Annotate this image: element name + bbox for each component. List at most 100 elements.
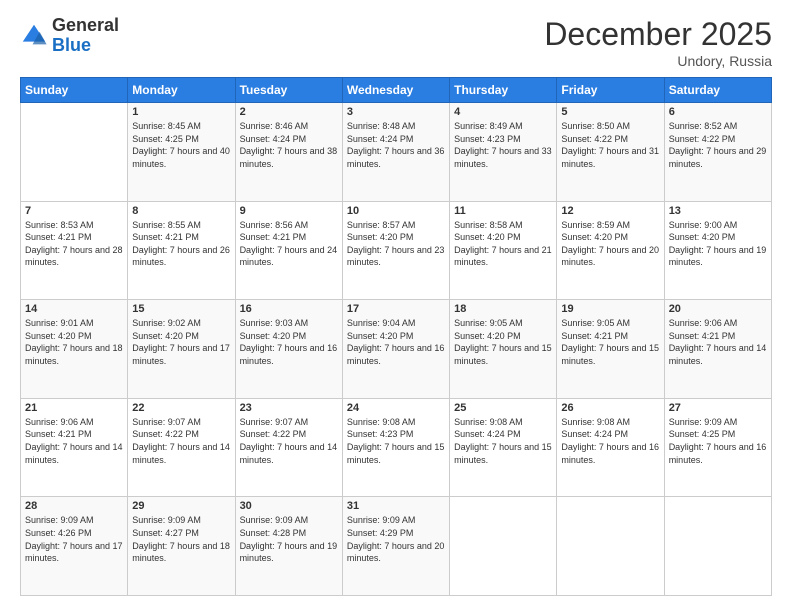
cell-info: Sunrise: 9:00 AMSunset: 4:20 PMDaylight:… bbox=[669, 219, 767, 269]
day-number: 22 bbox=[132, 402, 230, 414]
cell-info: Sunrise: 9:09 AMSunset: 4:27 PMDaylight:… bbox=[132, 514, 230, 564]
cell-info: Sunrise: 9:09 AMSunset: 4:29 PMDaylight:… bbox=[347, 514, 445, 564]
calendar-cell: 12 Sunrise: 8:59 AMSunset: 4:20 PMDayligh… bbox=[557, 201, 664, 300]
day-number: 19 bbox=[561, 303, 659, 315]
cell-info: Sunrise: 9:06 AMSunset: 4:21 PMDaylight:… bbox=[669, 317, 767, 367]
calendar-cell: 26 Sunrise: 9:08 AMSunset: 4:24 PMDayligh… bbox=[557, 398, 664, 497]
day-number: 26 bbox=[561, 402, 659, 414]
logo: General Blue bbox=[20, 16, 119, 56]
cell-info: Sunrise: 8:52 AMSunset: 4:22 PMDaylight:… bbox=[669, 120, 767, 170]
cell-info: Sunrise: 9:09 AMSunset: 4:25 PMDaylight:… bbox=[669, 416, 767, 466]
cell-info: Sunrise: 8:55 AMSunset: 4:21 PMDaylight:… bbox=[132, 219, 230, 269]
cell-info: Sunrise: 8:59 AMSunset: 4:20 PMDaylight:… bbox=[561, 219, 659, 269]
day-number: 16 bbox=[240, 303, 338, 315]
col-header-sunday: Sunday bbox=[21, 78, 128, 103]
day-number: 11 bbox=[454, 205, 552, 217]
calendar-cell: 20 Sunrise: 9:06 AMSunset: 4:21 PMDayligh… bbox=[664, 300, 771, 399]
col-header-tuesday: Tuesday bbox=[235, 78, 342, 103]
calendar-cell: 24 Sunrise: 9:08 AMSunset: 4:23 PMDayligh… bbox=[342, 398, 449, 497]
calendar-cell: 30Sunrise: 9:09 AMSunset: 4:28 PMDayligh… bbox=[235, 497, 342, 596]
calendar-cell: 6 Sunrise: 8:52 AMSunset: 4:22 PMDaylight… bbox=[664, 103, 771, 202]
day-number: 6 bbox=[669, 106, 767, 118]
cell-info: Sunrise: 9:09 AMSunset: 4:28 PMDaylight:… bbox=[240, 514, 338, 564]
location: Undory, Russia bbox=[544, 53, 772, 69]
week-row-1: 7 Sunrise: 8:53 AMSunset: 4:21 PMDaylight… bbox=[21, 201, 772, 300]
week-row-0: 1 Sunrise: 8:45 AMSunset: 4:25 PMDaylight… bbox=[21, 103, 772, 202]
cell-info: Sunrise: 8:46 AMSunset: 4:24 PMDaylight:… bbox=[240, 120, 338, 170]
day-number: 24 bbox=[347, 402, 445, 414]
header: General Blue December 2025 Undory, Russi… bbox=[20, 16, 772, 69]
cell-info: Sunrise: 8:58 AMSunset: 4:20 PMDaylight:… bbox=[454, 219, 552, 269]
day-number: 27 bbox=[669, 402, 767, 414]
logo-text: General Blue bbox=[52, 16, 119, 56]
calendar-cell: 16 Sunrise: 9:03 AMSunset: 4:20 PMDayligh… bbox=[235, 300, 342, 399]
day-number: 21 bbox=[25, 402, 123, 414]
day-number: 7 bbox=[25, 205, 123, 217]
calendar-cell bbox=[664, 497, 771, 596]
calendar-cell: 2 Sunrise: 8:46 AMSunset: 4:24 PMDaylight… bbox=[235, 103, 342, 202]
month-title: December 2025 bbox=[544, 16, 772, 53]
calendar-cell: 14Sunrise: 9:01 AMSunset: 4:20 PMDayligh… bbox=[21, 300, 128, 399]
calendar-cell: 15 Sunrise: 9:02 AMSunset: 4:20 PMDayligh… bbox=[128, 300, 235, 399]
page: General Blue December 2025 Undory, Russi… bbox=[0, 0, 792, 612]
calendar-cell bbox=[21, 103, 128, 202]
calendar-header-row: SundayMondayTuesdayWednesdayThursdayFrid… bbox=[21, 78, 772, 103]
cell-info: Sunrise: 9:08 AMSunset: 4:24 PMDaylight:… bbox=[561, 416, 659, 466]
calendar-cell: 11 Sunrise: 8:58 AMSunset: 4:20 PMDayligh… bbox=[450, 201, 557, 300]
day-number: 20 bbox=[669, 303, 767, 315]
col-header-wednesday: Wednesday bbox=[342, 78, 449, 103]
day-number: 2 bbox=[240, 106, 338, 118]
calendar-cell: 31 Sunrise: 9:09 AMSunset: 4:29 PMDayligh… bbox=[342, 497, 449, 596]
cell-info: Sunrise: 9:03 AMSunset: 4:20 PMDaylight:… bbox=[240, 317, 338, 367]
calendar-cell: 3Sunrise: 8:48 AMSunset: 4:24 PMDaylight… bbox=[342, 103, 449, 202]
calendar-cell: 17Sunrise: 9:04 AMSunset: 4:20 PMDayligh… bbox=[342, 300, 449, 399]
cell-info: Sunrise: 9:09 AMSunset: 4:26 PMDaylight:… bbox=[25, 514, 123, 564]
cell-info: Sunrise: 8:53 AMSunset: 4:21 PMDaylight:… bbox=[25, 219, 123, 269]
cell-info: Sunrise: 8:56 AMSunset: 4:21 PMDaylight:… bbox=[240, 219, 338, 269]
day-number: 29 bbox=[132, 500, 230, 512]
day-number: 15 bbox=[132, 303, 230, 315]
calendar-cell: 1 Sunrise: 8:45 AMSunset: 4:25 PMDaylight… bbox=[128, 103, 235, 202]
calendar-cell: 21 Sunrise: 9:06 AMSunset: 4:21 PMDayligh… bbox=[21, 398, 128, 497]
cell-info: Sunrise: 8:49 AMSunset: 4:23 PMDaylight:… bbox=[454, 120, 552, 170]
calendar-cell: 13 Sunrise: 9:00 AMSunset: 4:20 PMDayligh… bbox=[664, 201, 771, 300]
day-number: 3 bbox=[347, 106, 445, 118]
day-number: 8 bbox=[132, 205, 230, 217]
calendar-cell: 22Sunrise: 9:07 AMSunset: 4:22 PMDayligh… bbox=[128, 398, 235, 497]
calendar-cell: 27 Sunrise: 9:09 AMSunset: 4:25 PMDayligh… bbox=[664, 398, 771, 497]
day-number: 28 bbox=[25, 500, 123, 512]
cell-info: Sunrise: 9:08 AMSunset: 4:24 PMDaylight:… bbox=[454, 416, 552, 466]
cell-info: Sunrise: 9:08 AMSunset: 4:23 PMDaylight:… bbox=[347, 416, 445, 466]
day-number: 14 bbox=[25, 303, 123, 315]
cell-info: Sunrise: 9:06 AMSunset: 4:21 PMDaylight:… bbox=[25, 416, 123, 466]
logo-icon bbox=[20, 22, 48, 50]
logo-general: General bbox=[52, 15, 119, 35]
cell-info: Sunrise: 9:05 AMSunset: 4:20 PMDaylight:… bbox=[454, 317, 552, 367]
cell-info: Sunrise: 9:05 AMSunset: 4:21 PMDaylight:… bbox=[561, 317, 659, 367]
day-number: 10 bbox=[347, 205, 445, 217]
day-number: 31 bbox=[347, 500, 445, 512]
day-number: 1 bbox=[132, 106, 230, 118]
day-number: 13 bbox=[669, 205, 767, 217]
day-number: 12 bbox=[561, 205, 659, 217]
col-header-monday: Monday bbox=[128, 78, 235, 103]
col-header-saturday: Saturday bbox=[664, 78, 771, 103]
day-number: 18 bbox=[454, 303, 552, 315]
day-number: 25 bbox=[454, 402, 552, 414]
cell-info: Sunrise: 8:50 AMSunset: 4:22 PMDaylight:… bbox=[561, 120, 659, 170]
day-number: 23 bbox=[240, 402, 338, 414]
calendar-cell bbox=[557, 497, 664, 596]
day-number: 5 bbox=[561, 106, 659, 118]
day-number: 9 bbox=[240, 205, 338, 217]
calendar-cell: 23Sunrise: 9:07 AMSunset: 4:22 PMDayligh… bbox=[235, 398, 342, 497]
cell-info: Sunrise: 9:04 AMSunset: 4:20 PMDaylight:… bbox=[347, 317, 445, 367]
week-row-3: 21 Sunrise: 9:06 AMSunset: 4:21 PMDayligh… bbox=[21, 398, 772, 497]
cell-info: Sunrise: 8:45 AMSunset: 4:25 PMDaylight:… bbox=[132, 120, 230, 170]
col-header-friday: Friday bbox=[557, 78, 664, 103]
calendar-cell: 29 Sunrise: 9:09 AMSunset: 4:27 PMDayligh… bbox=[128, 497, 235, 596]
title-block: December 2025 Undory, Russia bbox=[544, 16, 772, 69]
week-row-2: 14Sunrise: 9:01 AMSunset: 4:20 PMDayligh… bbox=[21, 300, 772, 399]
week-row-4: 28 Sunrise: 9:09 AMSunset: 4:26 PMDayligh… bbox=[21, 497, 772, 596]
calendar-table: SundayMondayTuesdayWednesdayThursdayFrid… bbox=[20, 77, 772, 596]
cell-info: Sunrise: 9:02 AMSunset: 4:20 PMDaylight:… bbox=[132, 317, 230, 367]
